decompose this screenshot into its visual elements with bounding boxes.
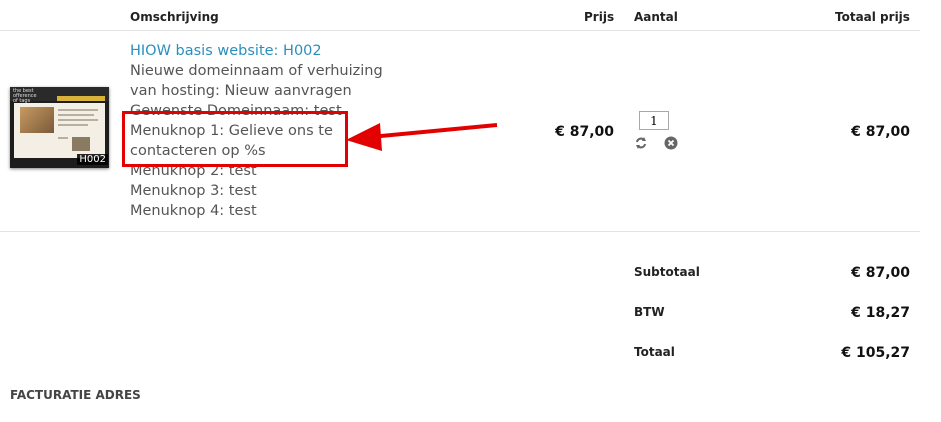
vat-label: BTW (634, 305, 665, 319)
header-divider (0, 30, 920, 31)
product-option-line: Menuknop 4: test (130, 203, 257, 219)
product-option-line: van hosting: Nieuw aanvragen (130, 83, 352, 99)
subtotal-value: € 87,00 (851, 265, 910, 281)
thumbnail-logo: the best ofference of tags (13, 88, 37, 104)
thumbnail-code: H002 (77, 154, 108, 165)
row-divider (0, 231, 920, 232)
vat-value: € 18,27 (851, 305, 910, 321)
product-option-line: Nieuwe domeinnaam of verhuizing (130, 63, 383, 79)
column-header-description: Omschrijving (130, 10, 219, 24)
product-option-line: Menuknop 3: test (130, 183, 257, 199)
product-thumbnail[interactable]: the best ofference of tags H002 (10, 87, 109, 168)
total-value: € 105,27 (841, 345, 910, 361)
remove-icon[interactable] (664, 135, 678, 150)
item-price: € 87,00 (555, 124, 614, 140)
quantity-input[interactable] (639, 111, 669, 130)
billing-address-heading: FACTURATIE ADRES (10, 388, 141, 402)
item-total-price: € 87,00 (851, 124, 910, 140)
column-header-price: Prijs (584, 10, 615, 24)
product-title-link[interactable]: HIOW basis website: H002 (130, 41, 383, 61)
column-header-total: Totaal prijs (835, 10, 910, 24)
refresh-icon[interactable] (634, 135, 648, 149)
subtotal-label: Subtotaal (634, 265, 700, 279)
total-label: Totaal (634, 345, 675, 359)
annotation-arrow-icon (346, 123, 498, 151)
highlight-box (122, 111, 348, 167)
column-header-quantity: Aantal (634, 10, 678, 24)
